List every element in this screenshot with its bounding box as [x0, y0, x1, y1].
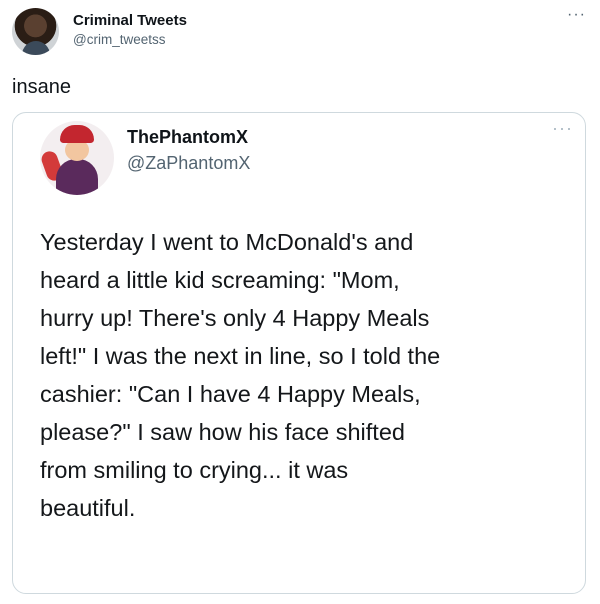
- quoted-tweet-card[interactable]: ThePhantomX @ZaPhantomX ··· Yesterday I …: [12, 112, 586, 594]
- tweet-text: insane: [12, 76, 71, 98]
- quoted-text-line: heard a little kid screaming: "Mom,: [40, 267, 400, 293]
- quoted-tweet-text: Yesterday I went to McDonald's and heard…: [40, 223, 565, 527]
- quoted-more-options-icon[interactable]: ···: [552, 119, 573, 137]
- quoted-avatar[interactable]: [40, 121, 114, 195]
- avatar[interactable]: [12, 8, 59, 55]
- quoted-text-line: beautiful.: [40, 495, 136, 521]
- quoted-text-line: Yesterday I went to McDonald's and: [40, 229, 414, 255]
- quoted-text-line: cashier: "Can I have 4 Happy Meals,: [40, 381, 421, 407]
- quoted-text-line: please?" I saw how his face shifted: [40, 419, 405, 445]
- author-name[interactable]: Criminal Tweets: [73, 12, 187, 29]
- outer-tweet-header: Criminal Tweets @crim_tweetss ···: [12, 6, 588, 56]
- quoted-text-line: left!" I was the next in line, so I told…: [40, 343, 441, 369]
- quoted-text-line: hurry up! There's only 4 Happy Meals: [40, 305, 430, 331]
- quoted-author-handle[interactable]: @ZaPhantomX: [127, 153, 250, 174]
- author-handle[interactable]: @crim_tweetss: [73, 32, 165, 47]
- more-options-icon[interactable]: ···: [567, 7, 586, 23]
- quoted-author-name[interactable]: ThePhantomX: [127, 127, 248, 148]
- quoted-text-line: from smiling to crying... it was: [40, 457, 349, 483]
